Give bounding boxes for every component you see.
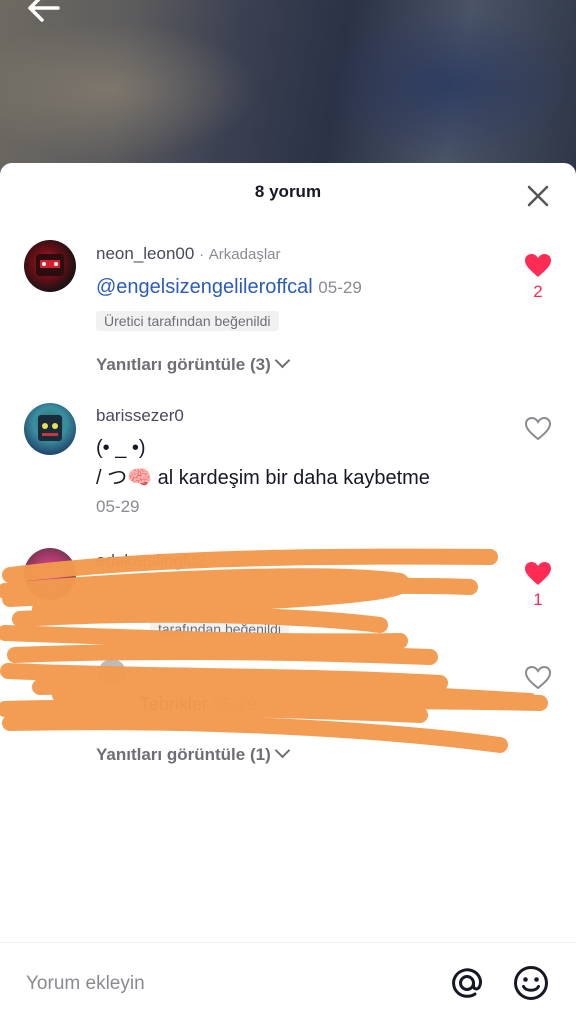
reply-text-content: Tebrikler	[140, 694, 209, 714]
mention-button[interactable]	[447, 963, 487, 1003]
arrow-left-icon	[28, 0, 60, 22]
emoji-button[interactable]	[511, 963, 551, 1003]
heart-outline-icon	[524, 665, 552, 690]
close-icon	[527, 185, 549, 207]
view-replies-label: Yanıtları görüntüle (1)	[96, 745, 271, 764]
view-replies-button[interactable]: Yanıtları görüntüle (1)	[96, 742, 291, 765]
avatar[interactable]	[24, 240, 76, 292]
avatar[interactable]	[24, 403, 76, 455]
smiley-icon	[514, 966, 548, 1000]
comments-sheet: 8 yorum neon_leon00 · Arkadaşlar @engels…	[0, 163, 576, 1024]
video-background	[0, 0, 576, 175]
username-text: neon_leon00	[96, 244, 195, 263]
mention-link[interactable]: @engelsizengelileroffcal	[96, 276, 313, 298]
comment-text-line-2: / つ🧠 al kardeşim bir daha kaybetme	[96, 467, 430, 489]
reply-date: 05-29	[213, 695, 257, 714]
comment-username[interactable]: barissezer0	[96, 406, 184, 426]
comment-username[interactable]: neon_leon00 · Arkadaşlar	[96, 244, 281, 264]
like-button[interactable]: 2	[518, 253, 558, 302]
separator-dot: ·	[199, 246, 205, 263]
heart-filled-icon	[525, 562, 551, 585]
at-sign-icon	[452, 968, 482, 998]
reply-avatar[interactable]	[98, 659, 126, 687]
comment-date: 05-29	[96, 497, 140, 516]
like-button[interactable]: 1	[518, 561, 558, 610]
comment-text: @engelsizengelileroffcal 05-29	[96, 271, 362, 304]
comment-input[interactable]	[26, 967, 426, 1001]
back-button[interactable]	[26, 0, 66, 30]
comment-username[interactable]: edakarslioglu2	[96, 551, 206, 571]
reply-text: Tebrikler 05-29	[140, 691, 257, 718]
heart-filled-icon	[525, 254, 551, 277]
avatar[interactable]	[24, 548, 76, 600]
comment-input-bar	[0, 943, 576, 1024]
chevron-down-icon	[274, 352, 291, 369]
view-replies-label: Yanıtları görüntüle (3)	[96, 355, 271, 374]
creator-liked-badge: Üretici tarafından beğenildi	[96, 311, 279, 331]
like-count: 2	[533, 282, 543, 301]
creator-liked-badge: tarafından beğenildi	[150, 619, 289, 639]
comment-count-title: 8 yorum	[254, 182, 322, 201]
like-count: 1	[533, 590, 543, 609]
reply-like-button[interactable]	[518, 665, 558, 696]
relation-label: Arkadaşlar	[208, 246, 281, 263]
close-button[interactable]	[524, 182, 552, 210]
comment-date: 05-29	[318, 278, 362, 297]
view-replies-button[interactable]: Yanıtları görüntüle (3)	[96, 352, 291, 375]
comment-text-line-1: (• _ •)	[96, 437, 146, 459]
like-button[interactable]	[518, 416, 558, 447]
heart-outline-icon	[524, 416, 552, 441]
chevron-down-icon	[274, 742, 291, 759]
